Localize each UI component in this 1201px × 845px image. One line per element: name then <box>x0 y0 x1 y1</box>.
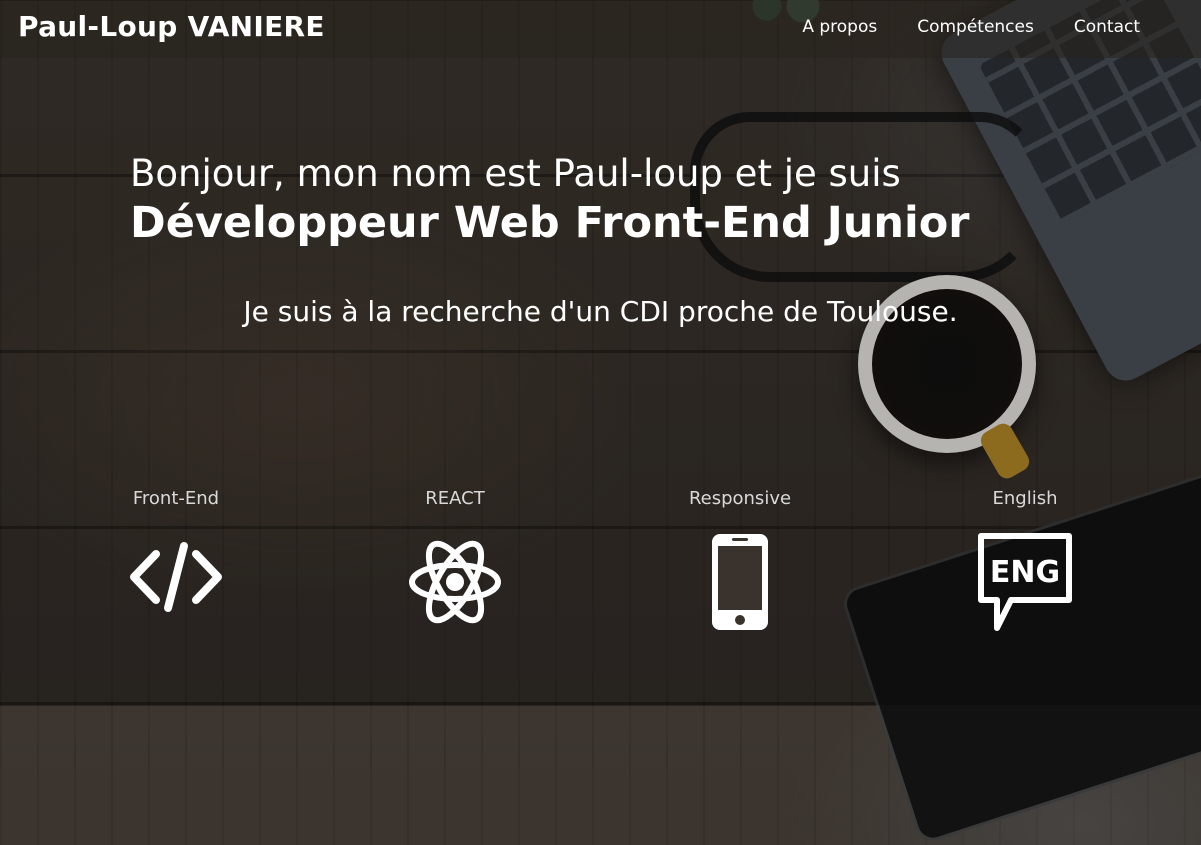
skill-label: Front-End <box>132 488 220 509</box>
smartphone-icon <box>712 534 768 630</box>
skill-label: English <box>992 488 1058 509</box>
hero-tagline: Je suis à la recherche d'un CDI proche d… <box>243 295 958 328</box>
eng-icon-text: ENG <box>990 555 1060 590</box>
nav-item-contact[interactable]: Contact <box>1074 17 1140 37</box>
skill-react: REACT <box>370 488 540 632</box>
skill-responsive: Responsive <box>655 488 825 632</box>
skill-front-end: Front-End <box>91 488 261 622</box>
hero-intro: Bonjour, mon nom est Paul-loup et je sui… <box>130 152 901 195</box>
skill-label: REACT <box>425 488 485 509</box>
navbar: Paul-Loup VANIERE A propos Compétences C… <box>0 0 1201 58</box>
hero-role: Développeur Web Front-End Junior <box>130 198 970 248</box>
code-icon <box>130 542 222 612</box>
nav-menu: A propos Compétences Contact <box>802 17 1140 37</box>
brand-link[interactable]: Paul-Loup VANIERE <box>18 10 325 43</box>
skill-label: Responsive <box>688 488 792 509</box>
atom-icon <box>409 540 501 624</box>
nav-item-competences[interactable]: Compétences <box>917 17 1034 37</box>
skill-english: English ENG <box>940 488 1110 632</box>
eng-speech-bubble-icon: ENG <box>978 533 1072 631</box>
nav-item-a-propos[interactable]: A propos <box>802 17 877 37</box>
